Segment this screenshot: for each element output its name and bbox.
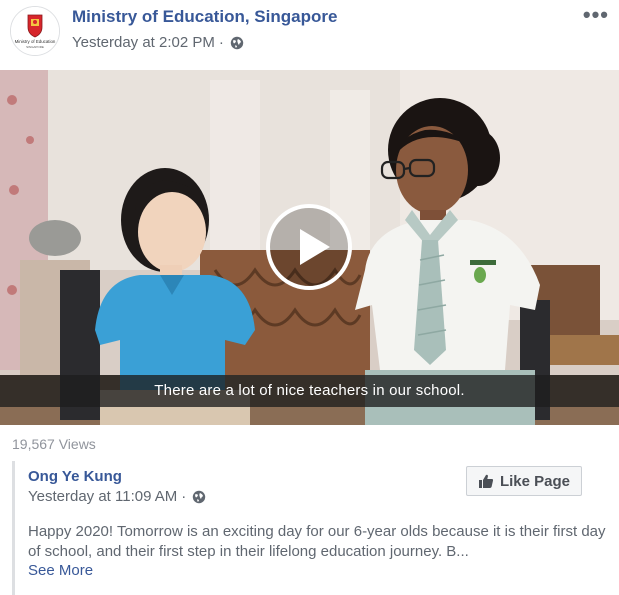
play-icon — [300, 229, 330, 265]
play-button[interactable] — [266, 204, 352, 290]
meta-separator: · — [181, 488, 187, 505]
post-header: Ministry of Education SINGAPORE Ministry… — [0, 0, 619, 70]
post-text: Happy 2020! Tomorrow is an exciting day … — [28, 523, 606, 560]
post-timestamp[interactable]: Yesterday at 2:02 PM — [72, 34, 215, 51]
meta-separator: · — [218, 34, 224, 51]
globe-icon[interactable] — [230, 36, 244, 50]
more-options-icon[interactable]: ••• — [583, 4, 609, 26]
video-player[interactable]: There are a lot of nice teachers in our … — [0, 70, 619, 425]
see-more-link[interactable]: See More — [28, 562, 93, 579]
shared-post: Ong Ye Kung Yesterday at 11:09 AM · Like… — [12, 461, 615, 595]
post-meta: Yesterday at 2:02 PM · — [72, 34, 244, 51]
globe-icon[interactable] — [192, 490, 206, 504]
shared-timestamp[interactable]: Yesterday at 11:09 AM — [28, 488, 177, 505]
thumbs-up-icon — [478, 474, 494, 488]
moe-logo-icon: Ministry of Education SINGAPORE — [11, 7, 59, 55]
shared-author-link[interactable]: Ong Ye Kung — [28, 468, 122, 485]
page-avatar[interactable]: Ministry of Education SINGAPORE — [10, 6, 60, 56]
view-count: 19,567 Views — [12, 436, 96, 452]
svg-text:Ministry of Education: Ministry of Education — [15, 39, 56, 44]
like-page-label: Like Page — [499, 472, 571, 490]
like-page-button[interactable]: Like Page — [466, 466, 582, 496]
shared-post-meta: Yesterday at 11:09 AM · — [28, 488, 206, 505]
video-caption: There are a lot of nice teachers in our … — [0, 375, 619, 407]
svg-text:SINGAPORE: SINGAPORE — [26, 45, 44, 49]
page-name-link[interactable]: Ministry of Education, Singapore — [72, 7, 337, 27]
